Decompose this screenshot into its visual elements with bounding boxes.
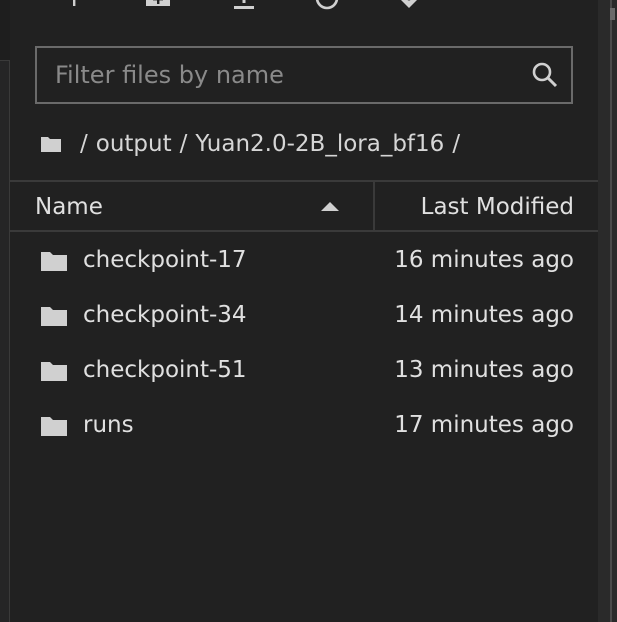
search-icon[interactable]: [531, 61, 559, 89]
breadcrumb-item-current[interactable]: Yuan2.0-2B_lora_bf16: [195, 131, 444, 157]
list-item[interactable]: checkpoint-34 14 minutes ago: [10, 289, 598, 344]
breadcrumb-item-output[interactable]: output: [96, 131, 172, 157]
upload-icon: [234, 0, 254, 9]
folder-icon[interactable]: [40, 135, 62, 153]
file-browser-panel: / output / Yuan2.0-2B_lora_bf16 / Name L…: [10, 0, 598, 622]
list-item[interactable]: checkpoint-51 13 minutes ago: [10, 344, 598, 399]
file-modified: 17 minutes ago: [394, 412, 574, 438]
plus-icon: [73, 0, 76, 6]
file-modified: 14 minutes ago: [394, 302, 574, 328]
name-column-header[interactable]: Name: [10, 182, 375, 230]
breadcrumb-separator: /: [452, 131, 461, 157]
upload-button[interactable]: [230, 0, 258, 10]
filter-field: [35, 46, 573, 104]
folder-icon: [41, 307, 67, 326]
list-header: Name Last Modified: [10, 180, 598, 232]
file-name: runs: [83, 412, 134, 438]
name-column-label: Name: [35, 194, 103, 220]
git-clone-button[interactable]: [395, 0, 423, 10]
file-modified: 16 minutes ago: [394, 247, 574, 273]
list-item[interactable]: checkpoint-17 16 minutes ago: [10, 234, 598, 289]
left-sidebar-tab[interactable]: [0, 60, 10, 622]
filter-input[interactable]: [37, 48, 517, 102]
scrollbar-thumb[interactable]: [610, 8, 615, 20]
new-folder-button[interactable]: [144, 0, 172, 10]
git-clone-icon: [401, 0, 417, 8]
file-list: checkpoint-17 16 minutes ago checkpoint-…: [10, 234, 598, 454]
file-name: checkpoint-34: [83, 302, 247, 328]
file-modified: 13 minutes ago: [394, 357, 574, 383]
breadcrumb: / output / Yuan2.0-2B_lora_bf16 /: [40, 126, 468, 162]
breadcrumb-separator: /: [80, 131, 88, 157]
breadcrumb-separator: /: [179, 131, 188, 157]
sort-ascending-icon: [321, 202, 339, 211]
file-name: checkpoint-51: [83, 357, 247, 383]
file-browser-window: / output / Yuan2.0-2B_lora_bf16 / Name L…: [0, 0, 617, 622]
file-browser-toolbar: [10, 0, 598, 12]
refresh-button[interactable]: [313, 0, 341, 10]
panel-divider[interactable]: [598, 0, 617, 622]
last-modified-column-header[interactable]: Last Modified: [421, 194, 574, 220]
divider-line: [610, 0, 612, 622]
folder-icon: [41, 362, 67, 381]
left-sidebar-strip: [0, 0, 10, 622]
file-name: checkpoint-17: [83, 247, 247, 273]
folder-icon: [41, 417, 67, 436]
new-folder-icon: [146, 0, 170, 6]
list-item[interactable]: runs 17 minutes ago: [10, 399, 598, 454]
refresh-icon: [315, 0, 339, 10]
folder-icon: [41, 252, 67, 271]
new-launcher-button[interactable]: [60, 0, 88, 10]
